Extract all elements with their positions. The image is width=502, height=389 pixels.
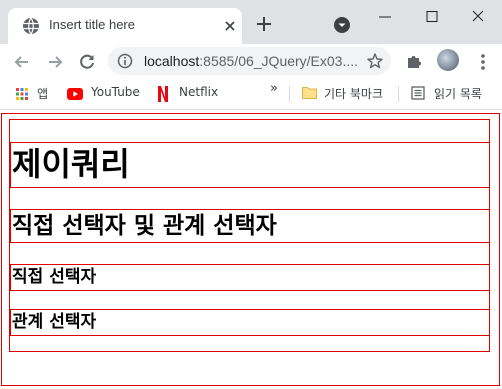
- browser-tab[interactable]: Insert title here: [8, 8, 242, 44]
- heading-h2: 직접 선택자 및 관계 선택자: [10, 209, 490, 243]
- bookmark-label: 앱: [37, 87, 49, 101]
- url-text: localhost:8585/06_JQuery/Ex03....: [144, 53, 358, 69]
- heading-h4: 관계 선택자: [10, 309, 490, 336]
- tab-strip: Insert title here: [0, 0, 502, 44]
- reading-list-icon: [411, 86, 425, 100]
- new-tab-icon[interactable]: [254, 14, 274, 34]
- more-menu-icon[interactable]: [474, 52, 492, 72]
- bookmarks-bar: 앱 YouTube Netflix » 기타 북마크 읽기 목록: [0, 78, 502, 110]
- apps-grid-icon: [16, 88, 28, 100]
- bookmark-apps[interactable]: 앱: [0, 82, 60, 104]
- bookmark-label: YouTube: [91, 85, 140, 99]
- bookmark-youtube[interactable]: YouTube: [60, 82, 145, 104]
- address-bar[interactable]: localhost:8585/06_JQuery/Ex03....: [108, 47, 391, 75]
- reload-icon[interactable]: [77, 52, 97, 72]
- bookmark-label: 기타 북마크: [324, 87, 384, 101]
- toolbar: localhost:8585/06_JQuery/Ex03....: [0, 44, 502, 78]
- url-host: localhost: [144, 53, 200, 69]
- close-tab-icon[interactable]: [220, 16, 240, 36]
- netflix-icon: [158, 86, 168, 102]
- bookmarks-overflow-chevron[interactable]: »: [270, 81, 278, 96]
- profile-avatar[interactable]: [437, 49, 459, 71]
- reading-list[interactable]: 읽기 목록: [405, 82, 502, 104]
- bookmarks-divider: [289, 86, 290, 102]
- forward-arrow-icon[interactable]: [45, 52, 65, 72]
- close-window-icon[interactable]: [460, 6, 496, 28]
- heading-h3: 직접 선택자: [10, 264, 490, 291]
- bookmark-netflix[interactable]: Netflix: [150, 82, 225, 104]
- bookmark-star-icon[interactable]: [366, 52, 384, 70]
- globe-icon: [23, 17, 39, 35]
- youtube-icon: [67, 88, 83, 100]
- maximize-icon[interactable]: [414, 6, 450, 28]
- tab-search-dropdown-icon[interactable]: [333, 16, 351, 34]
- bookmark-other-folder[interactable]: 기타 북마크: [296, 82, 391, 104]
- folder-icon: [302, 87, 317, 99]
- page-content: 제이쿼리 직접 선택자 및 관계 선택자 직접 선택자 관계 선택자: [0, 111, 502, 389]
- bookmarks-divider: [398, 86, 399, 102]
- back-arrow-icon[interactable]: [12, 52, 32, 72]
- tab-title: Insert title here: [49, 17, 135, 32]
- extensions-puzzle-icon[interactable]: [404, 51, 424, 71]
- minimize-icon[interactable]: [367, 6, 403, 28]
- site-info-icon[interactable]: [117, 53, 133, 69]
- bookmark-label: Netflix: [179, 85, 219, 99]
- bookmark-label: 읽기 목록: [434, 87, 482, 101]
- heading-h1: 제이쿼리: [10, 142, 490, 188]
- url-path: :8585/06_JQuery/Ex03....: [199, 53, 359, 69]
